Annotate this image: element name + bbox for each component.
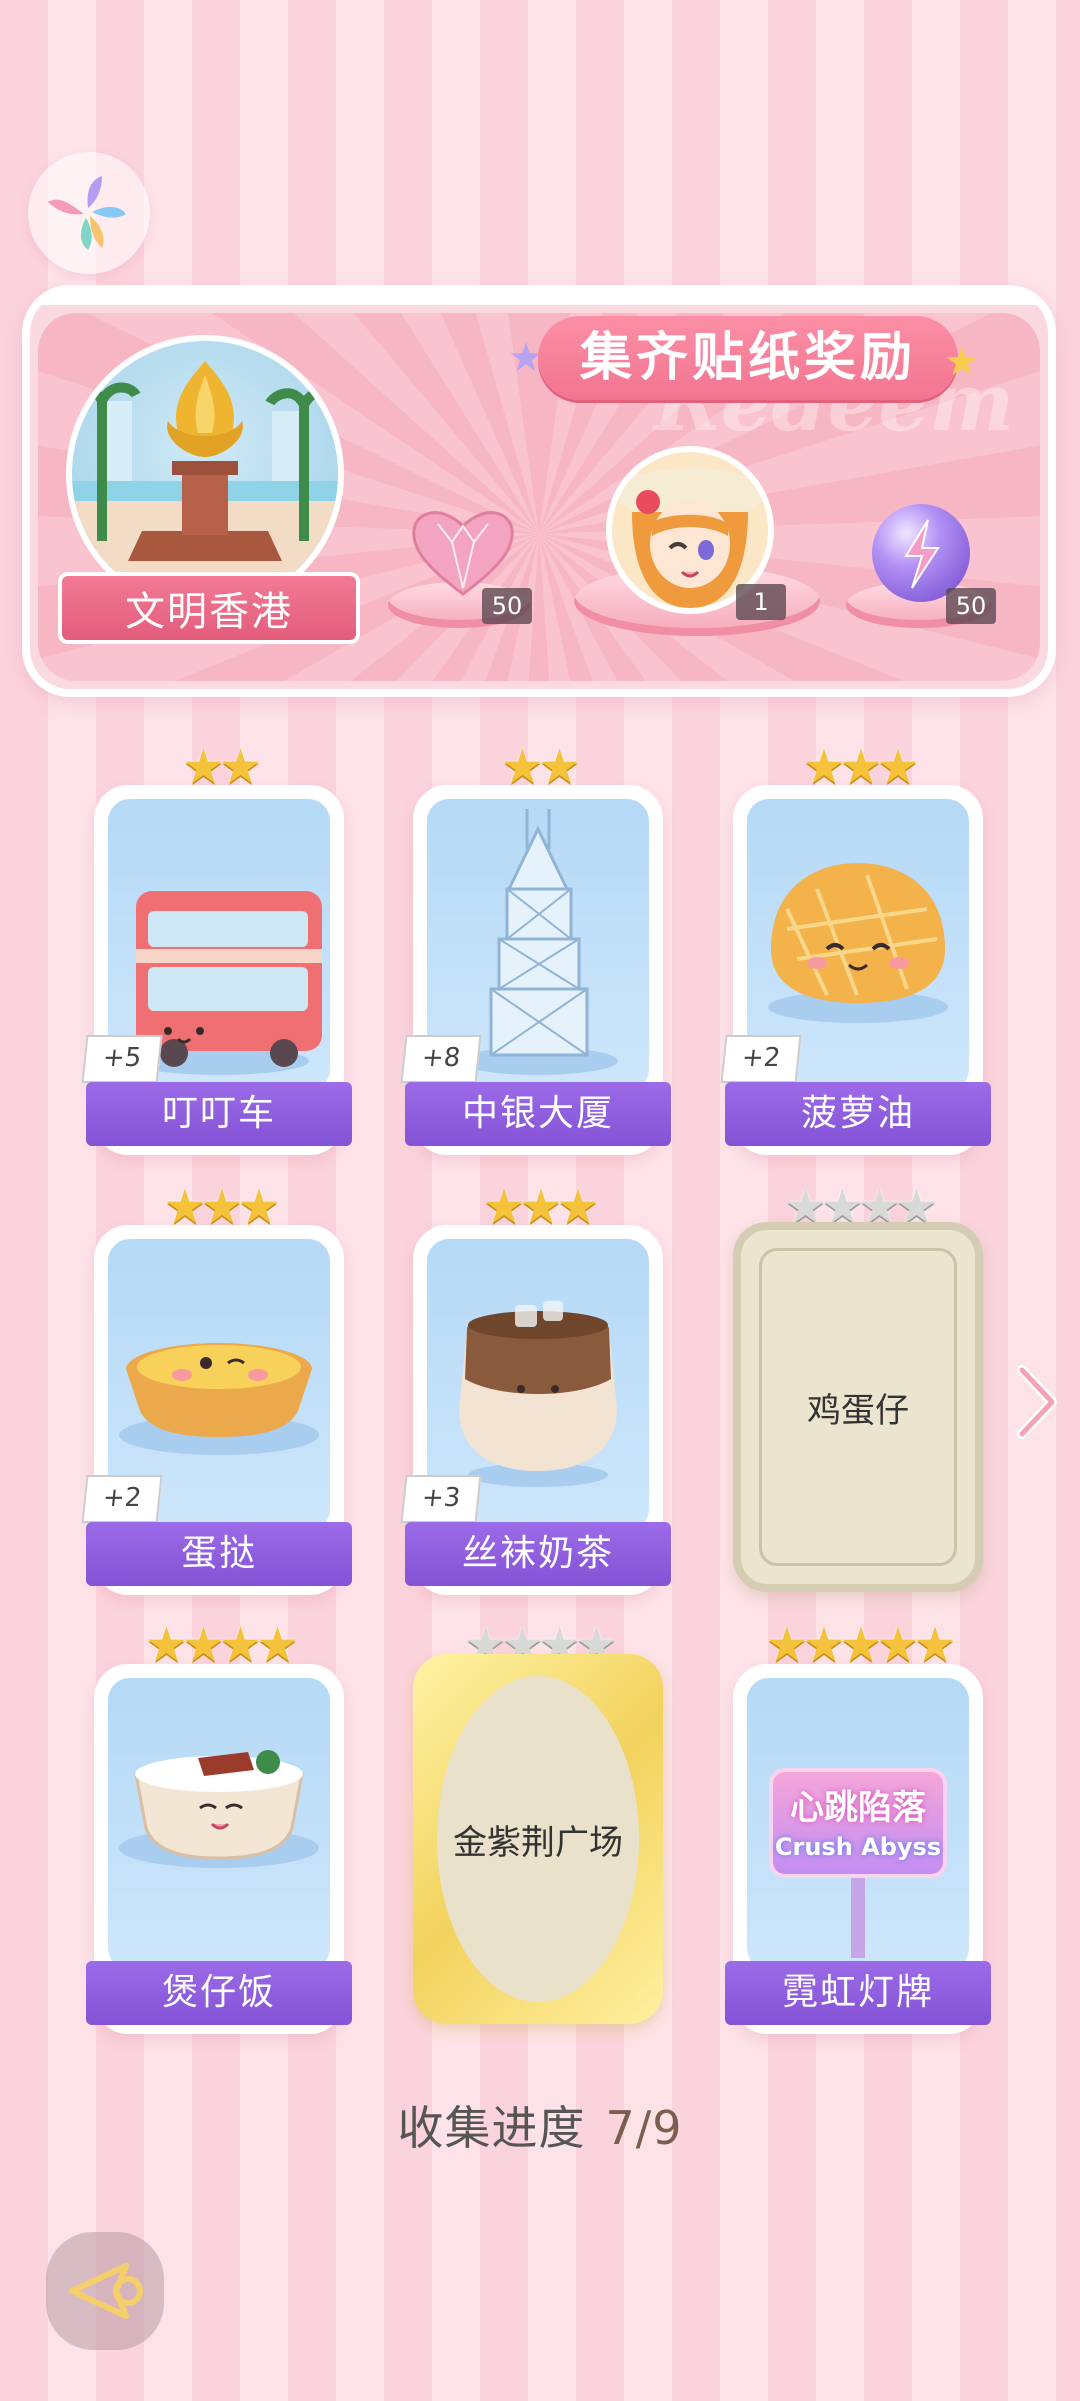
sticker-card[interactable]: +3 丝袜奶茶 [400, 1225, 671, 1595]
bonus-badge: +5 [81, 1035, 163, 1083]
pink-heart-gem-icon [408, 502, 518, 602]
sparkle-star-icon: ★ [944, 339, 980, 385]
star-rating: ★★★★★ [765, 1617, 956, 1673]
sticker-name: 丝袜奶茶 [405, 1522, 671, 1586]
claypot-rice-icon [108, 1678, 330, 1970]
chevron-right-icon[interactable] [1012, 1362, 1062, 1442]
neon-text-bottom: Crush Abyss [774, 1833, 942, 1861]
sticker-card[interactable]: 心跳陷落 Crush Abyss 霓虹灯牌 [725, 1664, 991, 2034]
star-rating: ★★★★ [144, 1617, 299, 1673]
golden-bauhinia-statue-icon [72, 361, 338, 607]
back-arrow-icon [69, 2263, 143, 2319]
sticker-card[interactable]: +8 中银大厦 [400, 785, 671, 1155]
flower-logo-icon [48, 176, 126, 250]
sticker-card[interactable]: +5 叮叮车 [81, 785, 352, 1155]
collection-progress: 收集进度 7/9 [0, 2092, 1080, 2158]
locked-sticker-card[interactable]: 鸡蛋仔 [733, 1222, 983, 1592]
reward-count: 50 [482, 588, 532, 624]
progress-value: 7/9 [605, 2101, 683, 2155]
sticker-name: 鸡蛋仔 [759, 1248, 957, 1566]
reward-count: 50 [946, 588, 996, 624]
sticker-name: 蛋挞 [86, 1522, 352, 1586]
reward-title: 集齐贴纸奖励 [538, 316, 958, 400]
app-logo[interactable] [28, 152, 150, 274]
bonus-badge: +8 [400, 1035, 482, 1083]
back-button[interactable] [46, 2232, 164, 2350]
bonus-badge: +2 [720, 1035, 802, 1083]
landmark-label: 文明香港 [58, 572, 360, 644]
sticker-name: 叮叮车 [86, 1082, 352, 1146]
reward-count: 1 [736, 584, 786, 620]
sticker-name: 菠萝油 [725, 1082, 991, 1146]
sticker-name: 中银大厦 [405, 1082, 671, 1146]
sticker-name: 霓虹灯牌 [725, 1961, 991, 2025]
sticker-card[interactable]: +2 菠萝油 [720, 785, 991, 1155]
bonus-badge: +2 [81, 1475, 163, 1523]
bonus-badge: +3 [400, 1475, 482, 1523]
neon-sign-icon: 心跳陷落 Crush Abyss [747, 1678, 969, 1970]
locked-sticker-card[interactable]: 金紫荆广场 [413, 1654, 663, 2024]
sticker-name: 金紫荆广场 [437, 1676, 639, 2002]
sticker-name: 煲仔饭 [86, 1961, 352, 2025]
sticker-card[interactable]: +2 蛋挞 [81, 1225, 352, 1595]
progress-label: 收集进度 [397, 2101, 586, 2155]
neon-text-top: 心跳陷落 [790, 1788, 926, 1828]
sticker-card[interactable]: 煲仔饭 [86, 1664, 352, 2034]
